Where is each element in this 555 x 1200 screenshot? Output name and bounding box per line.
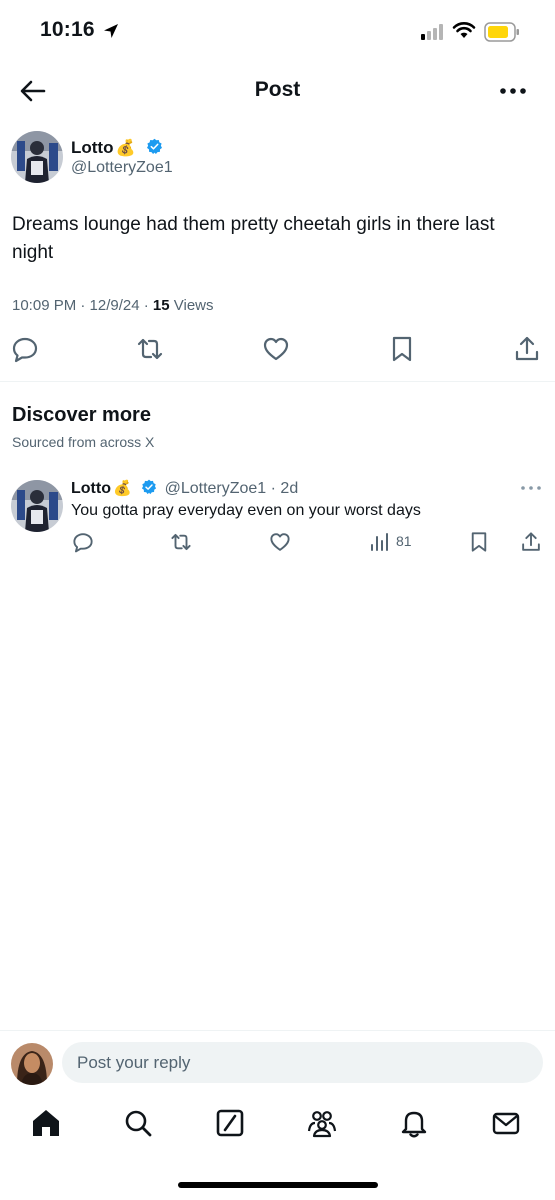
verified-badge-icon	[142, 479, 157, 495]
discover-subtitle: Sourced from across X	[12, 434, 155, 450]
rec-post-text: You gotta pray everyday even on your wor…	[71, 502, 421, 519]
money-bag-emoji: 💰	[112, 480, 132, 497]
money-bag-emoji: 💰	[115, 140, 136, 157]
verified-badge-icon	[147, 138, 163, 155]
bottom-tab-bar	[0, 1093, 555, 1163]
status-bar: 10:16	[0, 0, 555, 62]
repost-icon[interactable]	[136, 335, 164, 363]
reply-icon[interactable]	[72, 531, 94, 553]
divider	[0, 381, 555, 382]
post-action-row	[0, 335, 555, 365]
more-icon[interactable]	[499, 86, 527, 96]
home-indicator[interactable]	[178, 1182, 378, 1188]
bookmark-icon[interactable]	[388, 335, 416, 363]
rec-handle-time: @LotteryZoe1 · 2d	[164, 480, 299, 497]
wifi-icon	[452, 22, 476, 38]
share-icon[interactable]	[520, 531, 542, 553]
messages-icon[interactable]	[490, 1107, 522, 1139]
views-icon[interactable]	[369, 531, 391, 553]
page-title: Post	[254, 78, 301, 101]
post-timestamp: 10:09 PM · 12/9/24 ·	[12, 297, 153, 314]
reply-icon[interactable]	[11, 335, 39, 363]
like-icon[interactable]	[269, 531, 291, 553]
post-meta: 10:09 PM · 12/9/24 · 15 Views	[12, 297, 214, 314]
rec-more-icon[interactable]	[520, 485, 542, 491]
rec-post-header[interactable]: Lotto 💰 @LotteryZoe1 · 2d	[71, 479, 298, 498]
author-name[interactable]: Lotto 💰	[71, 138, 163, 158]
bookmark-icon[interactable]	[468, 531, 490, 553]
rec-author-name: Lotto	[71, 480, 111, 497]
views-label[interactable]: Views	[170, 297, 214, 314]
views-count: 15	[152, 297, 170, 314]
grok-icon[interactable]	[214, 1107, 246, 1139]
discover-title: Discover more	[12, 404, 151, 426]
reply-bar	[0, 1030, 555, 1093]
reply-input[interactable]	[62, 1042, 543, 1083]
location-arrow-icon	[104, 24, 118, 38]
search-icon[interactable]	[122, 1107, 154, 1139]
cellular-signal-icon	[421, 24, 443, 40]
author-handle[interactable]: @LotteryZoe1	[71, 159, 173, 177]
rec-action-row: 81	[0, 531, 555, 555]
status-time: 10:16	[40, 18, 95, 41]
communities-icon[interactable]	[306, 1107, 338, 1139]
home-icon[interactable]	[30, 1107, 62, 1139]
battery-icon	[484, 22, 519, 42]
post-header: Post	[0, 62, 555, 118]
my-avatar[interactable]	[11, 1043, 53, 1085]
notifications-icon[interactable]	[398, 1107, 430, 1139]
share-icon[interactable]	[513, 335, 541, 363]
like-icon[interactable]	[262, 335, 290, 363]
repost-icon[interactable]	[170, 531, 192, 553]
author-avatar[interactable]	[11, 131, 63, 183]
post-text: Dreams lounge had them pretty cheetah gi…	[12, 214, 495, 263]
rec-views-count: 81	[396, 533, 412, 549]
rec-author-avatar[interactable]	[11, 480, 63, 532]
